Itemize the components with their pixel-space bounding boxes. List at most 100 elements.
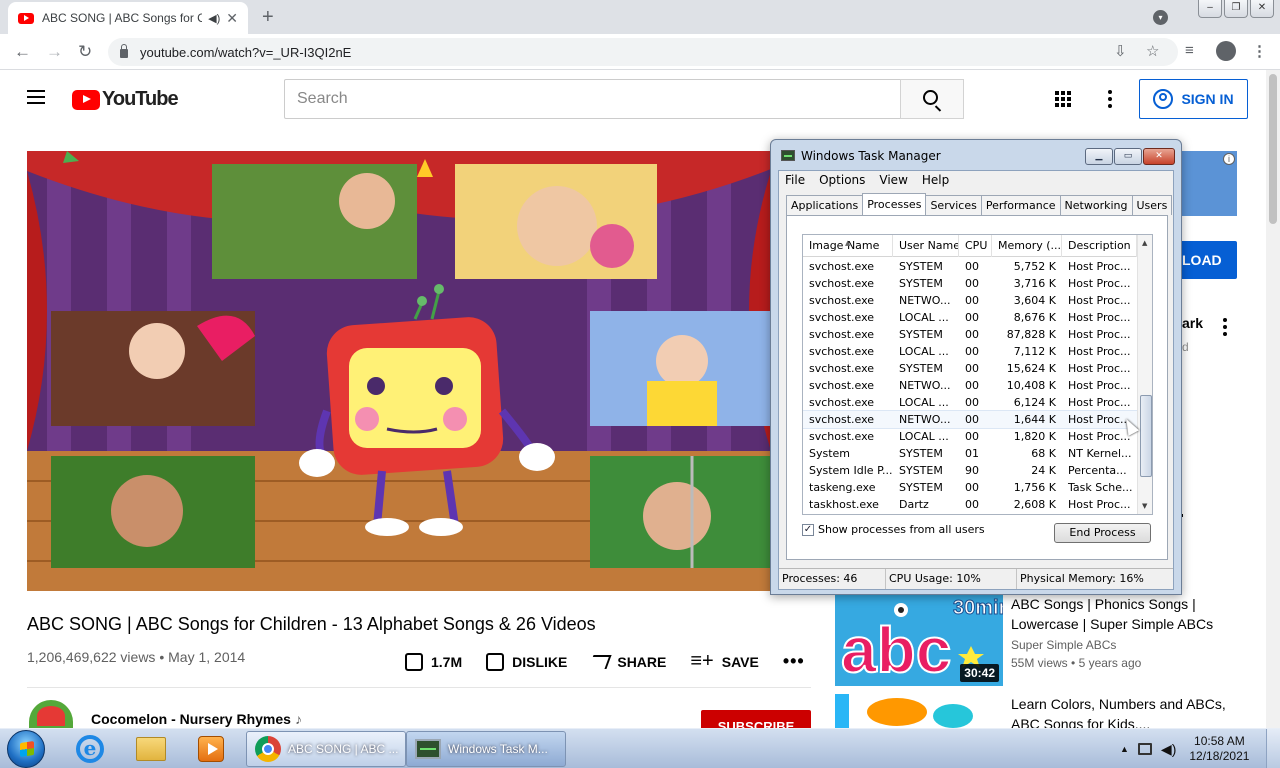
system-clock[interactable]: 10:58 AM 12/18/2021	[1189, 734, 1249, 764]
task-manager-tabs: Applications Processes Services Performa…	[786, 193, 1173, 215]
process-row[interactable]: svchost.exe SYSTEM 00 87,828 K Host Proc...	[803, 326, 1137, 343]
task-manager-titlebar[interactable]: Windows Task Manager ▁ ▭ ✕	[771, 140, 1181, 170]
process-row[interactable]: svchost.exe LOCAL ... 00 1,820 K Host Proc..…	[803, 428, 1137, 445]
forward-arrow-icon[interactable]: →	[46, 42, 63, 62]
browser-tab[interactable]: ABC SONG | ABC Songs for Children ◀︎) ✕	[8, 2, 248, 34]
settings-more-icon[interactable]	[1108, 90, 1112, 111]
process-user-cell: LOCAL ...	[899, 396, 949, 409]
channel-name[interactable]: Cocomelon - Nursery Rhymes ♪	[91, 711, 302, 727]
process-list-scrollbar[interactable]: ▲ ▼	[1137, 235, 1152, 514]
process-row[interactable]: System Idle P... SYSTEM 90 24 K Percenta...	[803, 462, 1137, 479]
column-description[interactable]: Description	[1062, 235, 1137, 257]
tab-audio-icon[interactable]: ◀︎)	[208, 12, 220, 25]
process-row[interactable]: svchost.exe SYSTEM 00 3,716 K Host Proc...	[803, 275, 1137, 292]
ad-info-icon[interactable]: i	[1223, 153, 1235, 165]
scroll-down-arrow-icon[interactable]: ▼	[1142, 502, 1147, 510]
minimize-window-button[interactable]: –	[1198, 0, 1222, 18]
chrome-menu-icon[interactable]: ⋮	[1252, 42, 1267, 60]
youtube-logo[interactable]: YouTube	[72, 88, 179, 111]
taskbar-task-manager-window[interactable]: Windows Task M...	[406, 731, 566, 767]
tab-users[interactable]: Users	[1131, 195, 1173, 215]
address-bar[interactable]: youtube.com/watch?v=_UR-I3QI2nE	[108, 38, 1178, 66]
start-button[interactable]	[7, 730, 45, 768]
end-process-button[interactable]: End Process	[1054, 523, 1151, 543]
task-manager-minimize-button[interactable]: ▁	[1085, 148, 1113, 165]
save-button[interactable]: ≡+ SAVE	[690, 650, 758, 673]
process-row[interactable]: svchost.exe LOCAL ... 00 6,124 K Host Proc..…	[803, 394, 1137, 411]
more-actions-button[interactable]: •••	[783, 651, 805, 672]
tab-search-icon[interactable]: ▾	[1153, 10, 1168, 25]
share-button[interactable]: SHARE	[588, 654, 666, 670]
menu-file[interactable]: File	[785, 171, 805, 189]
checkbox-checked-icon[interactable]: ✓	[802, 523, 814, 536]
tab-networking[interactable]: Networking	[1059, 195, 1133, 215]
process-row[interactable]: svchost.exe NETWO... 00 1,644 K Host Proc...	[803, 410, 1138, 429]
process-row[interactable]: svchost.exe NETWO... 00 3,604 K Host Proc...	[803, 292, 1137, 309]
youtube-apps-icon[interactable]	[1055, 91, 1071, 107]
tab-close-icon[interactable]: ✕	[226, 10, 238, 27]
taskbar-chrome-window[interactable]: ABC SONG | ABC ...	[246, 731, 406, 767]
download-button[interactable]: LOAD	[1180, 241, 1237, 279]
back-arrow-icon[interactable]: ←	[14, 42, 31, 62]
media-player-pin[interactable]	[187, 732, 235, 766]
process-row[interactable]: svchost.exe LOCAL ... 00 8,676 K Host Proc..…	[803, 309, 1137, 326]
reload-icon[interactable]: ↻	[78, 42, 92, 62]
process-list-scroll-thumb[interactable]	[1140, 395, 1152, 477]
recommendation-title[interactable]: Learn Colors, Numbers and ABCs, ABC Song…	[1011, 694, 1237, 728]
new-tab-button[interactable]: +	[262, 6, 274, 29]
tab-performance[interactable]: Performance	[980, 195, 1061, 215]
recommendation-item[interactable]: 30min! abc 30:42 ABC Songs | Phonics Son…	[835, 594, 1237, 686]
search-input[interactable]: Search	[284, 79, 901, 119]
tab-applications[interactable]: Applications	[786, 195, 864, 215]
column-image-name[interactable]: ▲ Image Name	[803, 235, 893, 257]
process-row[interactable]: taskeng.exe SYSTEM 00 1,756 K Task Sche...	[803, 479, 1137, 496]
tab-processes[interactable]: Processes	[862, 193, 927, 215]
process-list[interactable]: ▲ Image Name User Name CPU Memory (... De…	[802, 234, 1153, 515]
channel-avatar[interactable]	[29, 700, 73, 730]
sidebar-more-icon[interactable]	[1223, 318, 1227, 339]
profile-avatar-icon[interactable]	[1216, 41, 1236, 61]
process-row[interactable]: svchost.exe SYSTEM 00 15,624 K Host Proc...	[803, 360, 1137, 377]
process-row[interactable]: System SYSTEM 01 68 K NT Kernel...	[803, 445, 1137, 462]
recommendation-thumbnail[interactable]: 30min! abc 30:42	[835, 594, 1003, 686]
show-desktop-button[interactable]	[1266, 729, 1280, 768]
subscribe-button[interactable]: SUBSCRIBE	[701, 710, 811, 730]
volume-icon[interactable]: ◀)	[1161, 741, 1176, 758]
media-control-icon[interactable]: ≡	[1185, 42, 1194, 59]
bookmark-star-icon[interactable]: ☆	[1146, 42, 1159, 60]
network-icon[interactable]	[1137, 743, 1152, 755]
menu-view[interactable]: View	[879, 171, 907, 189]
show-all-processes-checkbox[interactable]: ✓ Show processes from all users	[802, 523, 985, 536]
recommendation-item[interactable]: Learn Colors, Numbers and ABCs, ABC Song…	[835, 694, 1237, 728]
page-scrollbar[interactable]	[1266, 70, 1280, 728]
video-player[interactable]	[27, 151, 771, 591]
menu-options[interactable]: Options	[819, 171, 865, 189]
scroll-up-arrow-icon[interactable]: ▲	[1142, 239, 1147, 247]
file-explorer-pin[interactable]	[127, 732, 175, 766]
guide-menu-icon[interactable]	[27, 90, 45, 108]
task-manager-maximize-button[interactable]: ▭	[1114, 148, 1142, 165]
column-cpu[interactable]: CPU	[959, 235, 992, 257]
like-button[interactable]: 1.7M	[405, 652, 462, 671]
dislike-button[interactable]: DISLIKE	[486, 652, 567, 671]
restore-window-button[interactable]: ❐	[1224, 0, 1248, 18]
page-scrollbar-thumb[interactable]	[1269, 74, 1277, 224]
column-user-name[interactable]: User Name	[893, 235, 959, 257]
column-memory[interactable]: Memory (...	[992, 235, 1062, 257]
recommendation-thumbnail[interactable]	[835, 694, 1003, 728]
close-window-button[interactable]: ✕	[1250, 0, 1274, 18]
menu-help[interactable]: Help	[922, 171, 949, 189]
sign-in-button[interactable]: SIGN IN	[1139, 79, 1248, 119]
show-hidden-icons-arrow-icon[interactable]: ▲	[1120, 744, 1129, 754]
search-button[interactable]	[900, 79, 964, 119]
install-app-icon[interactable]: ⇩	[1114, 42, 1127, 60]
process-row[interactable]: svchost.exe SYSTEM 00 5,752 K Host Proc...	[803, 258, 1137, 275]
tab-services[interactable]: Services	[925, 195, 982, 215]
process-row[interactable]: taskhost.exe Dartz 00 2,608 K Host Proc...	[803, 496, 1137, 513]
recommendation-title[interactable]: ABC Songs | Phonics Songs | Lowercase | …	[1011, 594, 1237, 634]
process-row[interactable]: svchost.exe LOCAL ... 00 7,112 K Host Proc..…	[803, 343, 1137, 360]
process-row[interactable]: svchost.exe NETWO... 00 10,408 K Host Proc..…	[803, 377, 1137, 394]
recommendation-channel[interactable]: Super Simple ABCs	[1011, 638, 1116, 652]
task-manager-close-button[interactable]: ✕	[1143, 148, 1175, 165]
internet-explorer-pin[interactable]: e	[66, 732, 114, 766]
